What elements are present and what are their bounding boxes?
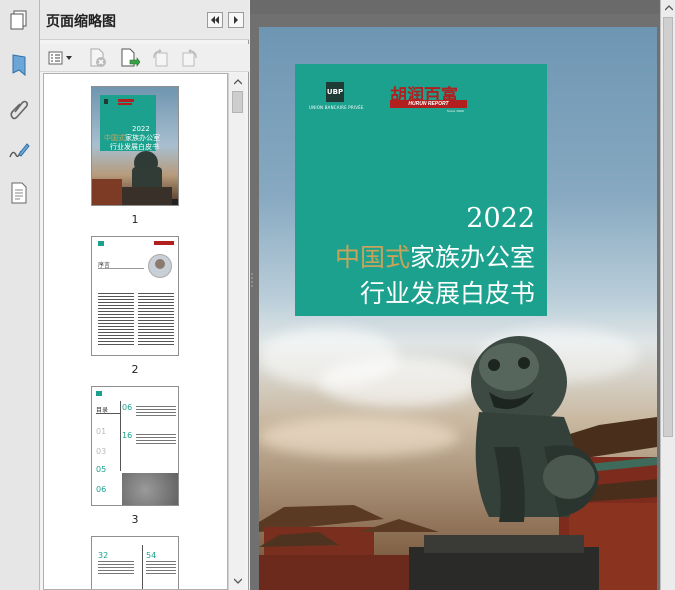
stone-lion-illustration	[471, 336, 599, 522]
cover-title-highlight: 中国式	[334, 243, 410, 272]
thumbnail-page-3[interactable]: 目录 06 16 01 03 05 06 3	[91, 386, 179, 526]
expand-panel-button[interactable]	[228, 12, 244, 28]
cover-page: UBP UNION BANCAIRE PRIVÉE 胡润百富 HURUN REP…	[259, 27, 657, 590]
thumbnail-list: 2022 中国式家族办公室 行业发展白皮书 1 序言 2 目录 06 16 01…	[43, 73, 228, 590]
thumbnail-image: 目录 06 16 01 03 05 06	[91, 386, 179, 506]
thumbnail-page-4[interactable]: 32 54	[91, 536, 179, 589]
thumbnail-number: 2	[131, 363, 139, 376]
thumbnail-scrollbar[interactable]	[228, 73, 245, 590]
panel-title: 页面缩略图	[46, 14, 116, 30]
rotate-cw-icon[interactable]	[180, 48, 200, 68]
thumbnail-number: 3	[131, 513, 139, 526]
thumbnail-image: 序言	[91, 236, 179, 356]
thumbnail-toolbar	[40, 44, 249, 72]
page-content-icon[interactable]	[6, 180, 32, 206]
cover-title-rest: 家族办公室	[409, 243, 535, 272]
attachment-icon[interactable]	[6, 96, 32, 122]
title-panel: UBP UNION BANCAIRE PRIVÉE 胡润百富 HURUN REP…	[295, 64, 547, 316]
double-left-arrow-icon	[211, 16, 219, 24]
delete-page-icon[interactable]	[88, 48, 108, 68]
thumbnail-image: 32 54	[91, 536, 179, 589]
panel-splitter[interactable]	[249, 270, 255, 290]
scroll-thumb[interactable]	[663, 17, 673, 437]
right-arrow-icon	[234, 16, 238, 24]
panel-header: 页面缩略图	[40, 0, 249, 40]
ubp-logo-text: UNION BANCAIRE PRIVÉE	[309, 105, 364, 110]
document-scrollbar[interactable]	[660, 0, 675, 590]
navigation-rail	[0, 0, 40, 590]
thumbnail-section: 01	[96, 427, 107, 436]
document-topbar	[250, 0, 675, 14]
pages-icon[interactable]	[6, 7, 32, 33]
cover-year: 2022	[466, 203, 535, 234]
thumbnail-number: 1	[131, 213, 139, 226]
thumbnail-page-2[interactable]: 序言 2	[91, 236, 179, 376]
scroll-thumb[interactable]	[232, 91, 243, 113]
thumbnail-section: 16	[122, 431, 133, 440]
thumbnail-section: 54	[146, 551, 157, 560]
cover-title-line1: 中国式家族办公室	[335, 238, 535, 274]
bookmark-icon[interactable]	[6, 52, 32, 78]
thumbnail-section: 03	[96, 447, 107, 456]
thumbnail-section: 06	[96, 485, 107, 494]
thumbnail-page-1[interactable]: 2022 中国式家族办公室 行业发展白皮书 1	[91, 86, 179, 226]
thumbnail-options-icon[interactable]	[48, 48, 74, 68]
document-view[interactable]: UBP UNION BANCAIRE PRIVÉE 胡润百富 HURUN REP…	[250, 0, 675, 590]
hurun-logo-since: Since 1999	[447, 109, 464, 113]
collapse-panel-button[interactable]	[207, 12, 223, 28]
thumbnail-section: 06	[122, 403, 133, 412]
thumbnails-panel: 页面缩略图 2022 中国式家族办公室 行业发展白皮书 1 序言 2 目录 06…	[40, 0, 249, 590]
scroll-up-icon[interactable]	[229, 74, 246, 90]
scroll-up-icon[interactable]	[661, 0, 675, 15]
insert-page-icon[interactable]	[120, 48, 140, 68]
thumbnail-image: 2022 中国式家族办公室 行业发展白皮书	[91, 86, 179, 206]
thumbnail-section: 32	[98, 551, 109, 560]
scroll-down-icon[interactable]	[229, 573, 246, 589]
signature-icon[interactable]	[6, 138, 32, 164]
thumbnail-section: 05	[96, 465, 107, 474]
cover-title-line2: 行业发展白皮书	[359, 279, 535, 308]
pdf-viewer: 页面缩略图 2022 中国式家族办公室 行业发展白皮书 1 序言 2 目录 06…	[0, 0, 675, 590]
ubp-logo: UBP	[326, 82, 344, 102]
hurun-logo-bar: HURUN REPORT	[390, 100, 467, 108]
rotate-ccw-icon[interactable]	[150, 48, 170, 68]
